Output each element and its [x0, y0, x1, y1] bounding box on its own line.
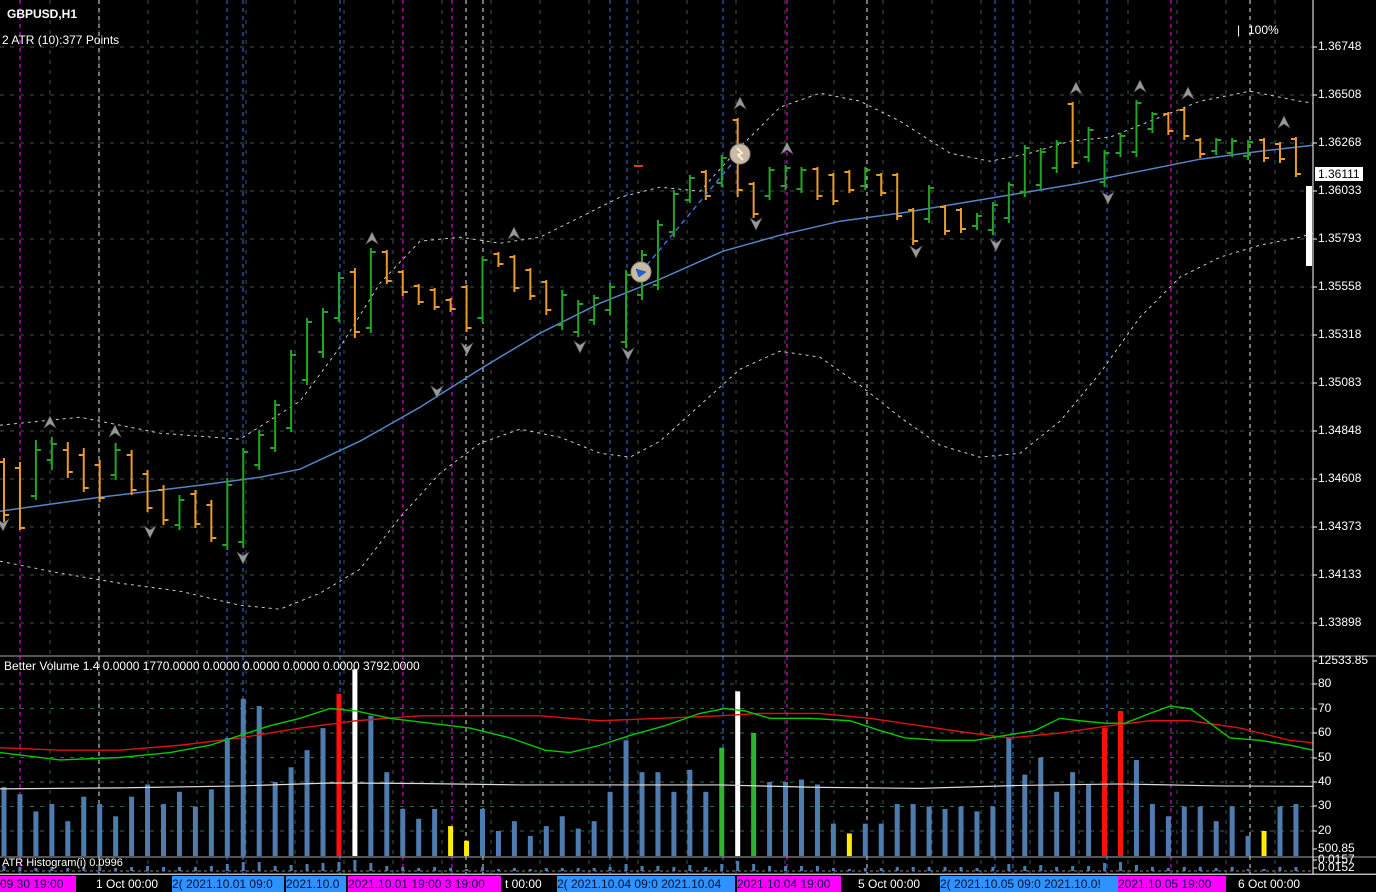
zoom-bar-glyph: | [1237, 23, 1241, 37]
price-axis-label: 1.34373 [1318, 519, 1362, 533]
time-axis-segment: 2021.10.0 [286, 876, 346, 892]
chart-canvas[interactable] [0, 0, 1376, 892]
price-axis-label: 1.34133 [1318, 567, 1362, 581]
volume-axis-label: 60 [1318, 725, 1332, 739]
time-axis-segment: 2021.10.04 19:00 [737, 876, 841, 892]
price-axis[interactable]: 1.36748 1.36508 1.36268 1.36033 1.35793 1.355… [1313, 0, 1376, 874]
volume-axis-label: 30 [1318, 798, 1332, 812]
symbol-timeframe-label: GBPUSD,H1 [7, 7, 78, 21]
atr-points-label: 2 ATR (10):377 Points [2, 33, 120, 47]
time-axis-segment: 1 Oct 00:00 [96, 877, 159, 891]
price-axis-label: 1.36268 [1318, 135, 1362, 149]
current-price-label: 1.36111 [1315, 167, 1363, 181]
better-volume-label: Better Volume 1.4 0.0000 1770.0000 0.000… [4, 659, 420, 673]
price-axis-label: 1.34608 [1318, 471, 1362, 485]
price-axis-label: 1.34848 [1318, 423, 1362, 437]
mt4-chart-window: GBPUSD,H1 2 ATR (10):377 Points | 100% B… [0, 0, 1376, 892]
price-axis-label: 1.33898 [1318, 615, 1362, 629]
price-axis-label: 1.35558 [1318, 279, 1362, 293]
time-axis-segment: 2( 2021.10.01 09:0 [172, 876, 284, 892]
zoom-level-label: 100% [1248, 23, 1279, 37]
volume-axis-label: 40 [1318, 774, 1332, 788]
time-axis[interactable]: 09.30 19:00 1 Oct 00:00 2( 2021.10.01 09:0… [0, 874, 1376, 892]
volume-axis-label: 20 [1318, 823, 1332, 837]
volume-axis-label: 80 [1318, 676, 1332, 690]
time-axis-segment: 5 Oct 00:00 [858, 877, 921, 891]
time-axis-segment: 6 Oct 00:00 [1238, 877, 1301, 891]
price-axis-label: 1.35793 [1318, 231, 1362, 245]
atr-histogram-label: ATR Histogram(i) 0.0996 [2, 857, 123, 869]
time-axis-segment: t 00:00 [505, 877, 542, 891]
price-axis-label: 1.36508 [1318, 87, 1362, 101]
volume-axis-label: 12533.85 [1318, 653, 1369, 667]
time-axis-segment: 2( 2021.10.04 09:0 2021.10.04 [557, 876, 735, 892]
volume-axis-label: 50 [1318, 750, 1332, 764]
price-axis-label: 1.35318 [1318, 327, 1362, 341]
time-axis-segment: 09.30 19:00 [0, 876, 76, 892]
price-axis-label: 1.36033 [1318, 183, 1362, 197]
volume-axis-label: 0.0152 [1318, 860, 1355, 874]
time-axis-segment: 2021.10.05 19:00 [1118, 876, 1226, 892]
time-axis-segment: 2( 2021.10.05 09:0 2021.10.0! [940, 876, 1118, 892]
price-axis-label: 1.36748 [1318, 39, 1362, 53]
volume-axis-label: 70 [1318, 701, 1332, 715]
time-axis-segment: 2021.10.01 19:00 3 19:00 [348, 876, 501, 892]
price-axis-label: 1.35083 [1318, 375, 1362, 389]
